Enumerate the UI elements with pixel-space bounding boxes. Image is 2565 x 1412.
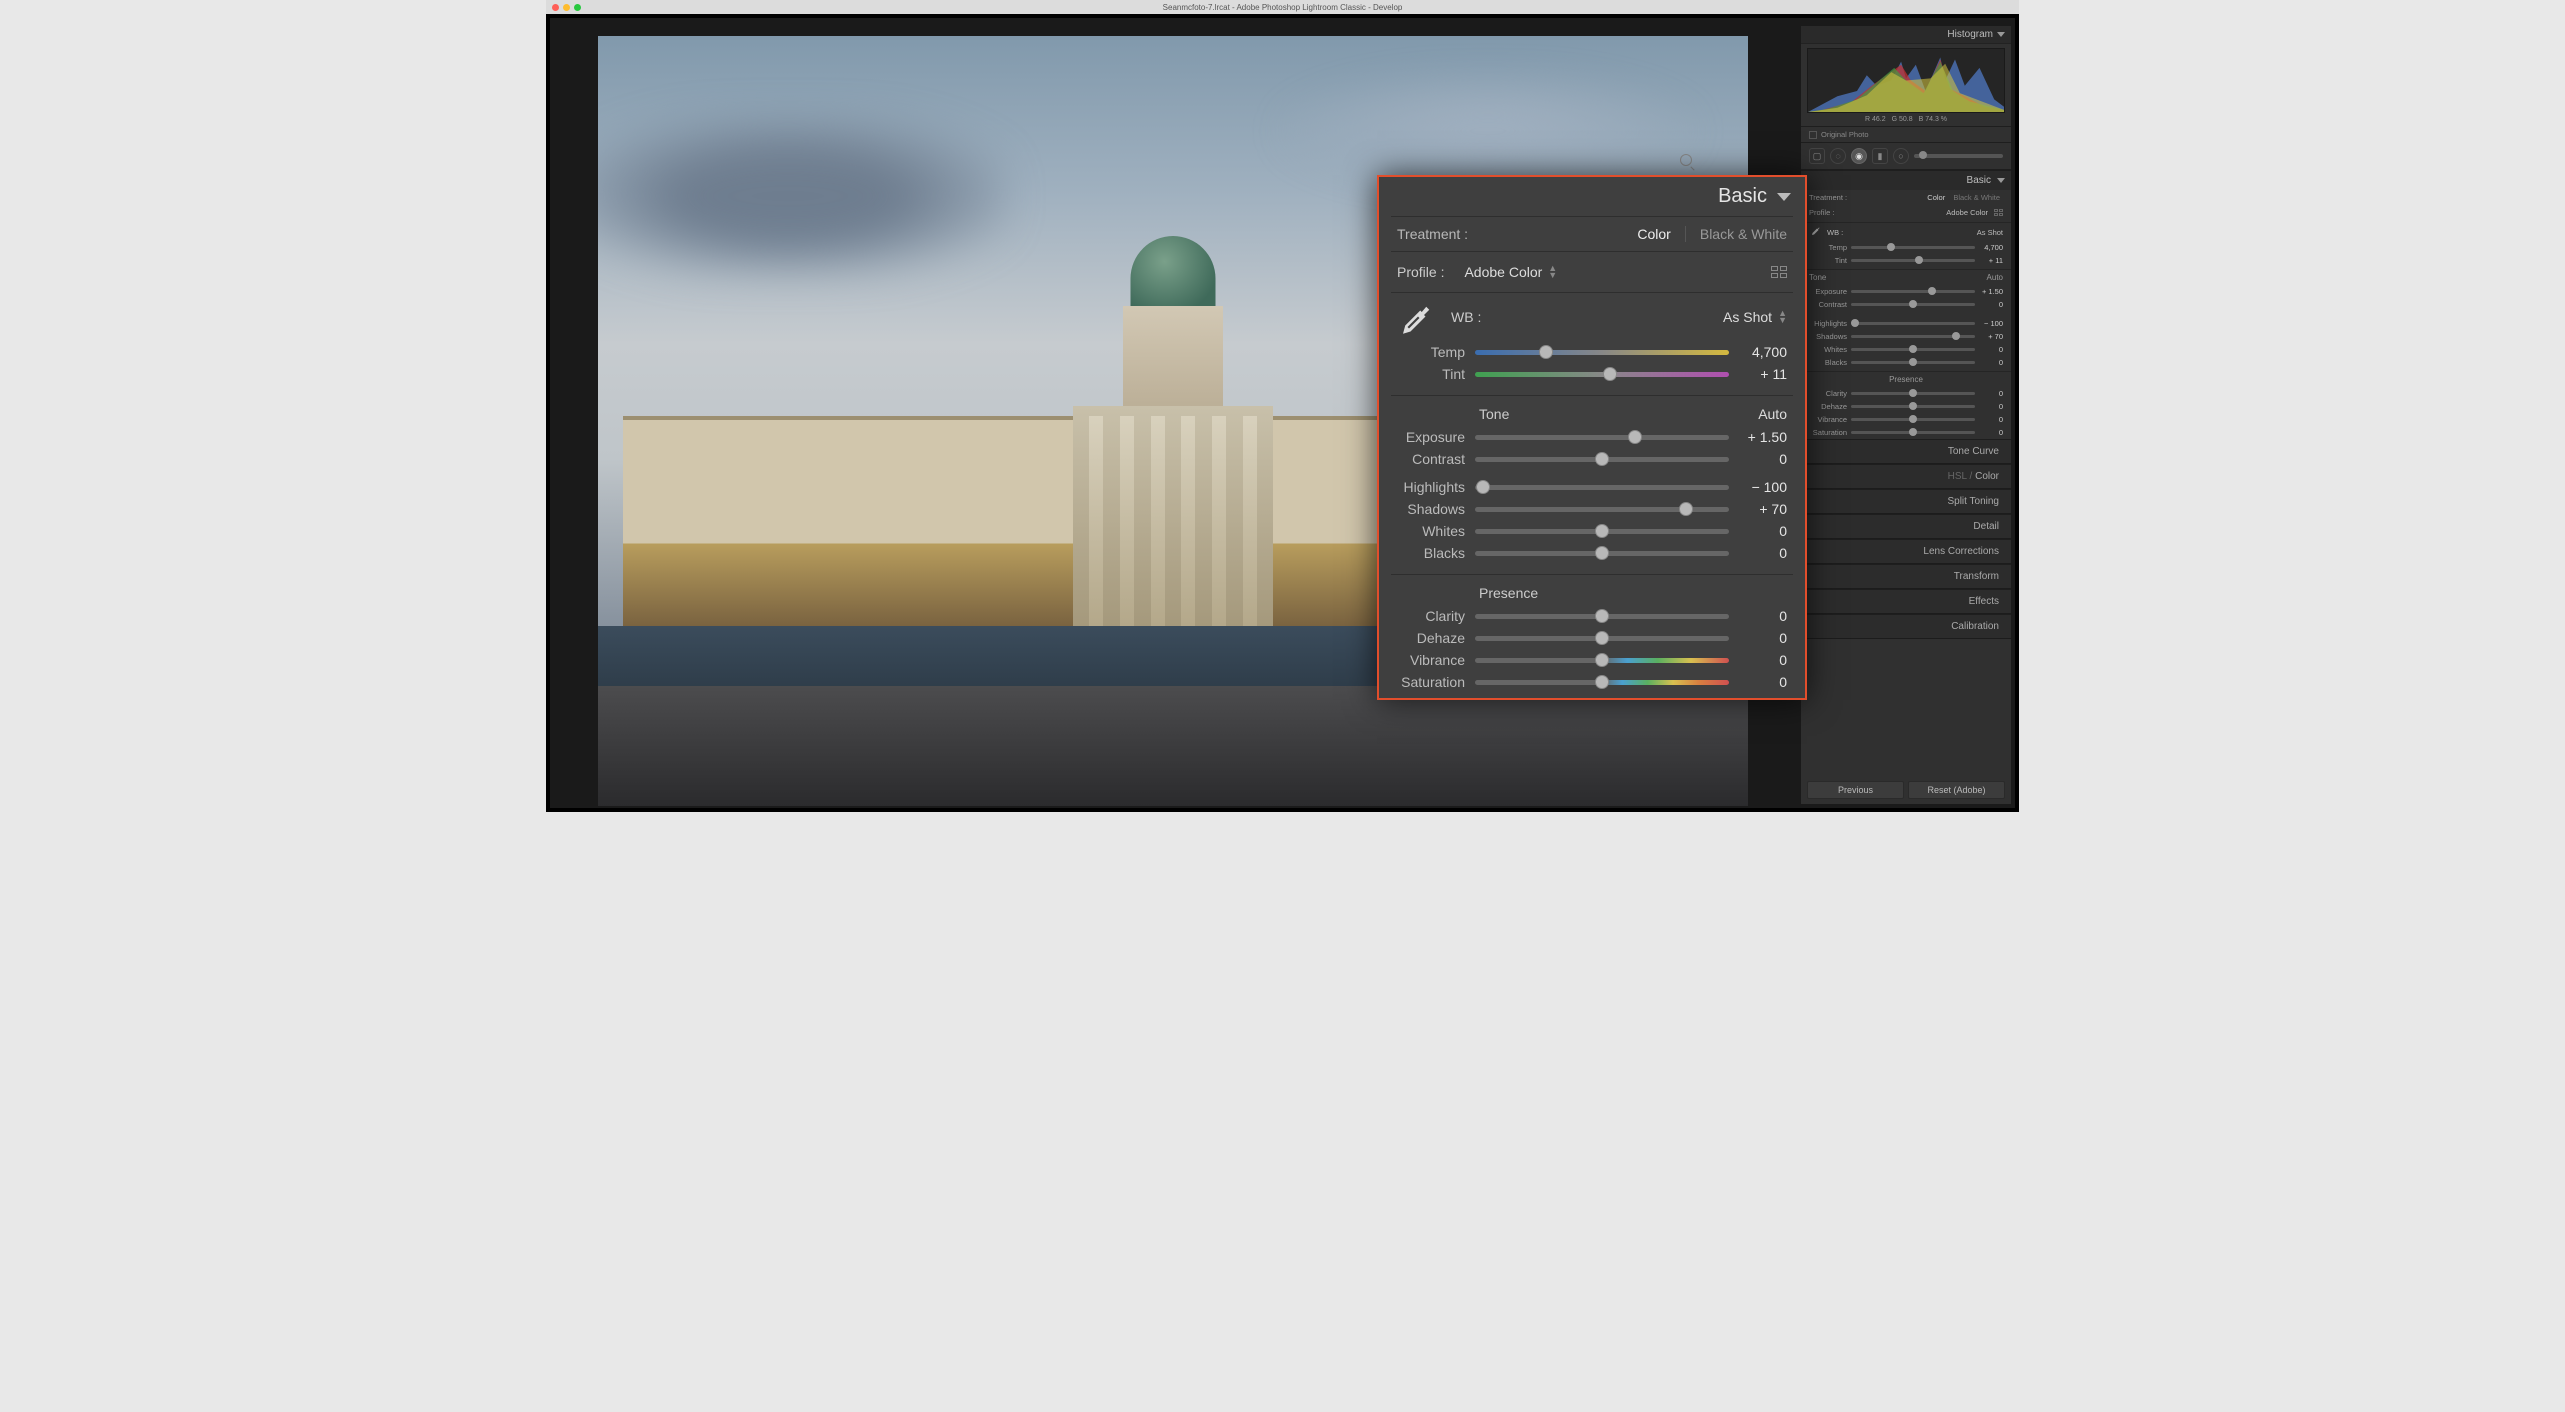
- panel-split-toning[interactable]: Split Toning: [1801, 489, 2011, 514]
- slider-shadows-small[interactable]: Shadows+ 70: [1801, 330, 2011, 343]
- slider-vibrance-small[interactable]: Vibrance0: [1801, 413, 2011, 426]
- slider-tint-small[interactable]: Tint+ 11: [1801, 254, 2011, 267]
- crop-tool-icon[interactable]: ▢: [1809, 148, 1825, 164]
- slider-whites-small[interactable]: Whites0: [1801, 343, 2011, 356]
- close-icon[interactable]: [552, 4, 559, 11]
- slider-saturation-small[interactable]: Saturation0: [1801, 426, 2011, 439]
- slider-vibrance[interactable]: Vibrance0: [1379, 649, 1805, 671]
- presence-header: Presence: [1379, 577, 1805, 605]
- app-window: Seanmcfoto-7.lrcat - Adobe Photoshop Lig…: [546, 0, 2019, 812]
- slider-tint[interactable]: Tint+ 11: [1379, 363, 1805, 385]
- footer-buttons: Previous Reset (Adobe): [1807, 781, 2005, 799]
- maximize-icon[interactable]: [574, 4, 581, 11]
- panel-transform[interactable]: Transform: [1801, 564, 2011, 589]
- slider-blacks-small[interactable]: Blacks0: [1801, 356, 2011, 369]
- tone-auto-button[interactable]: Auto: [1758, 406, 1787, 422]
- profile-row-small[interactable]: Profile : Adobe Color: [1801, 205, 2011, 220]
- slider-shadows[interactable]: Shadows+ 70: [1379, 498, 1805, 520]
- treatment-bw-popout[interactable]: Black & White: [1700, 226, 1787, 242]
- checkbox-icon[interactable]: [1809, 131, 1817, 139]
- updown-arrows-icon[interactable]: ▲▼: [1548, 265, 1557, 279]
- slider-dehaze-small[interactable]: Dehaze0: [1801, 400, 2011, 413]
- histogram-display[interactable]: [1807, 48, 2005, 113]
- slider-clarity-small[interactable]: Clarity0: [1801, 387, 2011, 400]
- slider-contrast[interactable]: Contrast0: [1379, 448, 1805, 470]
- panel-lens[interactable]: Lens Corrections: [1801, 539, 2011, 564]
- spot-tool-icon[interactable]: ◌: [1830, 148, 1846, 164]
- tone-auto-small[interactable]: Auto: [1987, 273, 2003, 282]
- treatment-color-popout[interactable]: Color: [1637, 226, 1670, 242]
- slider-dehaze[interactable]: Dehaze0: [1379, 627, 1805, 649]
- brush-size-slider[interactable]: [1914, 154, 2003, 158]
- profile-browser-icon[interactable]: [1994, 209, 2003, 216]
- tone-header: ToneAuto: [1379, 398, 1805, 426]
- app-body: Histogram R 46.2 G 50.8 B 74.3 % Origina…: [546, 14, 2019, 812]
- tone-header-small: ToneAuto: [1801, 269, 2011, 285]
- chevron-down-icon: [1997, 178, 2005, 183]
- slider-temp-small[interactable]: Temp4,700: [1801, 241, 2011, 254]
- basic-panel-header[interactable]: Basic: [1801, 170, 2011, 190]
- panel-hsl[interactable]: HSL / Color: [1801, 464, 2011, 489]
- treatment-row: Treatment : Color Black & White: [1801, 190, 2011, 205]
- treatment-color[interactable]: Color: [1924, 193, 1948, 202]
- slider-highlights[interactable]: Highlights− 100: [1379, 476, 1805, 498]
- wb-preset-select[interactable]: As Shot: [1723, 309, 1772, 325]
- slider-exposure-small[interactable]: Exposure+ 1.50: [1801, 285, 2011, 298]
- slider-whites[interactable]: Whites0: [1379, 520, 1805, 542]
- slider-temp[interactable]: Temp4,700: [1379, 341, 1805, 363]
- treatment-bw[interactable]: Black & White: [1950, 193, 2003, 202]
- slider-clarity[interactable]: Clarity0: [1379, 605, 1805, 627]
- previous-button[interactable]: Previous: [1807, 781, 1904, 799]
- wb-row-small: WB : As Shot: [1801, 222, 2011, 241]
- titlebar: Seanmcfoto-7.lrcat - Adobe Photoshop Lig…: [546, 0, 2019, 14]
- original-photo-toggle[interactable]: Original Photo: [1801, 126, 2011, 142]
- panel-detail[interactable]: Detail: [1801, 514, 2011, 539]
- right-panel-stack: Histogram R 46.2 G 50.8 B 74.3 % Origina…: [1801, 26, 2011, 804]
- zoom-cursor-icon: [1680, 154, 1692, 166]
- minimize-icon[interactable]: [563, 4, 570, 11]
- slider-blacks[interactable]: Blacks0: [1379, 542, 1805, 564]
- updown-arrows-icon[interactable]: ▲▼: [1778, 310, 1787, 324]
- presence-header-small: Presence: [1801, 371, 2011, 387]
- eyedropper-icon[interactable]: [1809, 226, 1821, 238]
- develop-tool-strip: ▢ ◌ ◉ ▮ ○: [1801, 142, 2011, 170]
- slider-contrast-small[interactable]: Contrast0: [1801, 298, 2011, 311]
- slider-saturation[interactable]: Saturation0: [1379, 671, 1805, 693]
- window-title: Seanmcfoto-7.lrcat - Adobe Photoshop Lig…: [551, 3, 2014, 12]
- basic-panel-popout: Basic Treatment : Color Black & White Pr…: [1377, 175, 1807, 700]
- window-controls: [552, 4, 581, 11]
- popout-header[interactable]: Basic: [1379, 177, 1805, 214]
- eyedropper-icon[interactable]: [1397, 303, 1433, 339]
- reset-button[interactable]: Reset (Adobe): [1908, 781, 2005, 799]
- slider-highlights-small[interactable]: Highlights− 100: [1801, 317, 2011, 330]
- chevron-down-icon: [1777, 193, 1791, 201]
- panel-effects[interactable]: Effects: [1801, 589, 2011, 614]
- histogram-panel-header[interactable]: Histogram: [1801, 26, 2011, 44]
- profile-browser-icon[interactable]: [1771, 266, 1787, 278]
- redeye-tool-icon[interactable]: ◉: [1851, 148, 1867, 164]
- gradient-tool-icon[interactable]: ▮: [1872, 148, 1888, 164]
- wb-row-popout: WB : As Shot ▲▼: [1379, 295, 1805, 341]
- treatment-row-popout: Treatment : Color Black & White: [1379, 219, 1805, 249]
- chevron-down-icon: [1997, 32, 2005, 37]
- profile-row-popout[interactable]: Profile : Adobe Color ▲▼: [1379, 254, 1805, 290]
- panel-tone-curve[interactable]: Tone Curve: [1801, 439, 2011, 464]
- panel-calibration[interactable]: Calibration: [1801, 614, 2011, 639]
- slider-exposure[interactable]: Exposure+ 1.50: [1379, 426, 1805, 448]
- histogram-rgb-readout: R 46.2 G 50.8 B 74.3 %: [1801, 115, 2011, 126]
- histogram-title: Histogram: [1947, 29, 1993, 40]
- radial-tool-icon[interactable]: ○: [1893, 148, 1909, 164]
